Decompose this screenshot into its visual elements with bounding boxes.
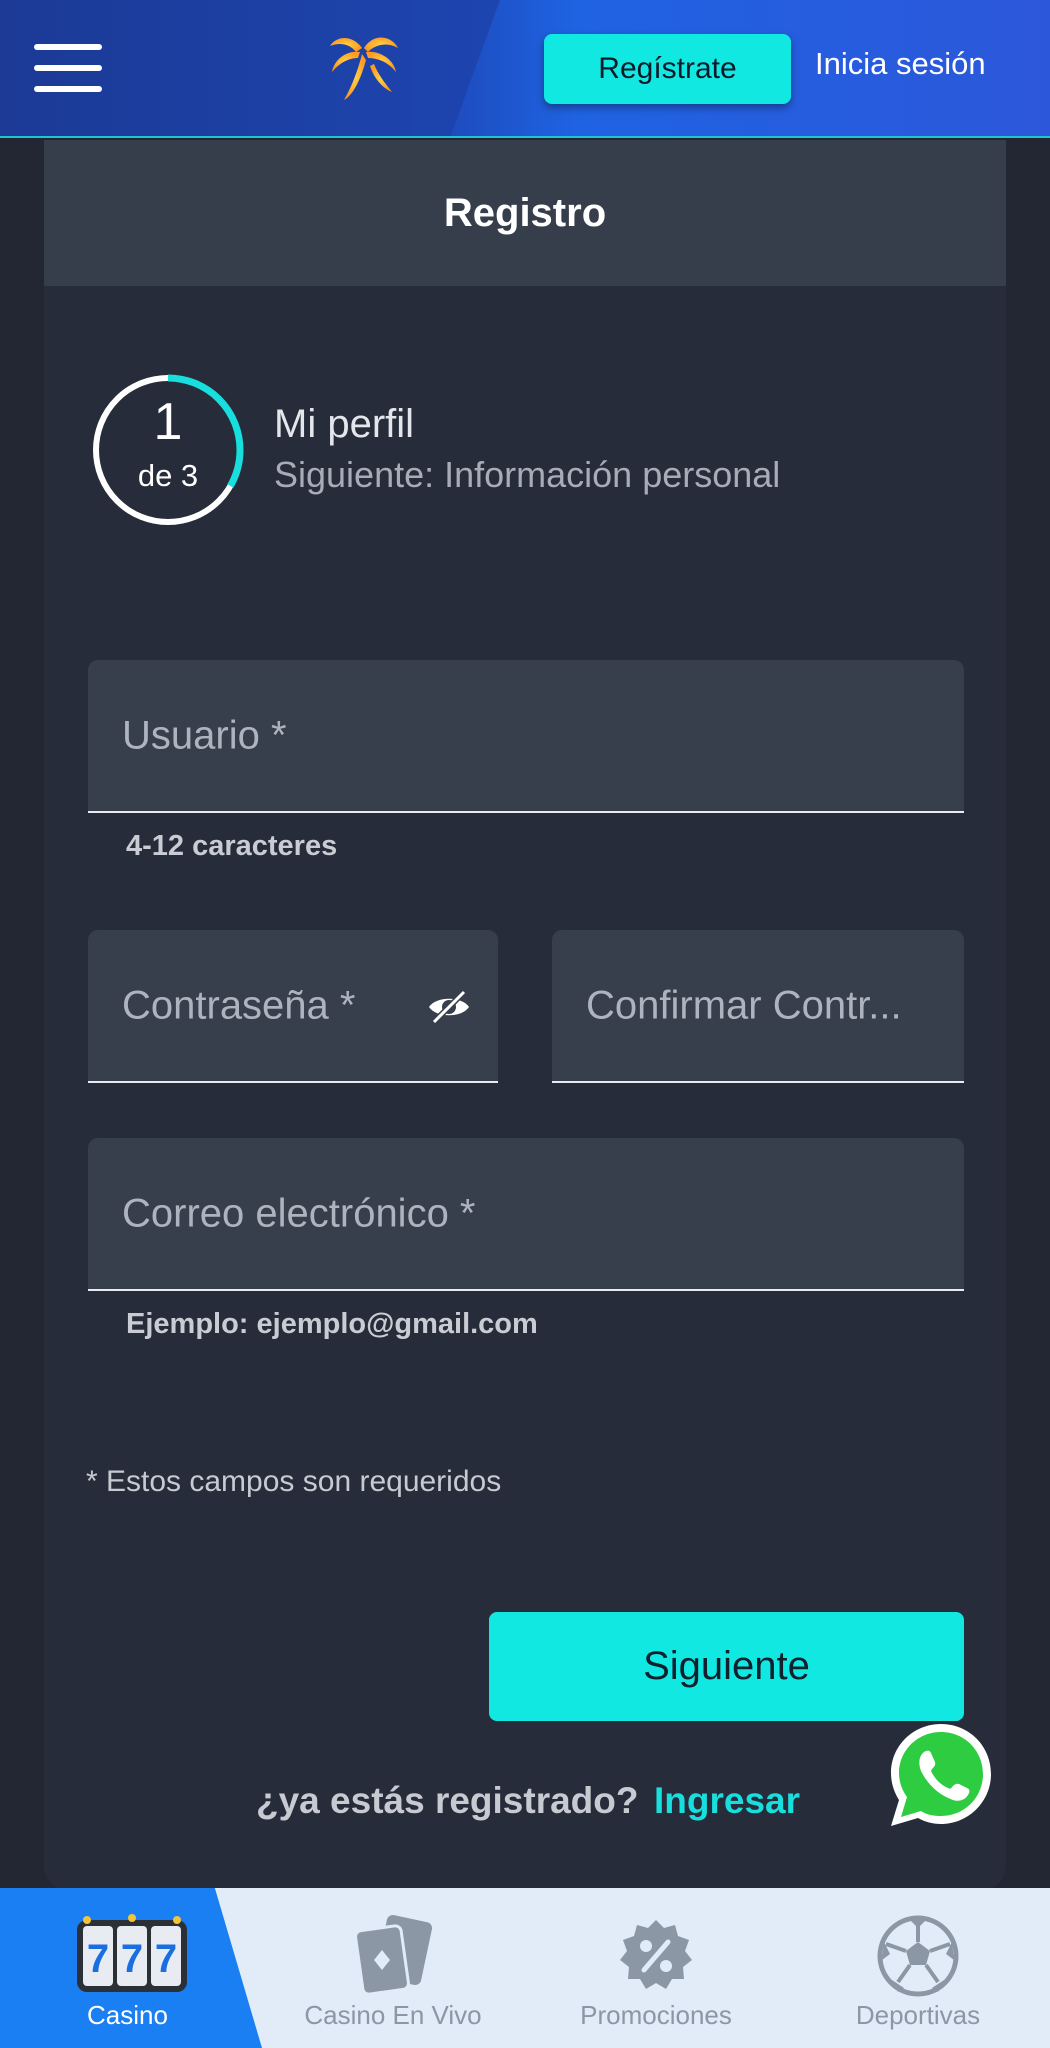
soccer-ball-icon [877, 1915, 959, 1997]
step-of-label: de 3 [137, 458, 199, 493]
svg-text:7: 7 [121, 1937, 143, 1981]
confirm-password-label: Confirmar Contr... [586, 983, 902, 1027]
email-field[interactable]: Correo electrónico * [88, 1138, 964, 1291]
card-header: Registro [44, 140, 1006, 286]
signin-link[interactable]: Ingresar [654, 1780, 800, 1822]
percent-badge-icon [620, 1920, 692, 1989]
email-hint: Ejemplo: ejemplo@gmail.com [126, 1308, 538, 1340]
registration-card: Registro 1 de 3 Mi perfil Siguiente: Inf… [44, 140, 1006, 1890]
nav-label-sports: Deportivas [855, 2000, 981, 2030]
nav-label-casino: Casino [87, 2000, 168, 2030]
bottom-nav: 7 7 7 Casino Casino En Vivo Promociones [0, 1888, 1050, 2048]
next-button[interactable]: Siguiente [489, 1612, 964, 1721]
step-title: Mi perfil [274, 402, 415, 446]
username-label: Usuario * [122, 713, 287, 757]
svg-text:7: 7 [155, 1937, 177, 1981]
slot-777-icon: 7 7 7 [77, 1914, 187, 1992]
register-button[interactable]: Regístrate [544, 34, 791, 104]
nav-label-promotions: Promociones [580, 2000, 732, 2030]
nav-item-promotions[interactable]: Promociones [525, 1888, 787, 2048]
whatsapp-icon[interactable] [884, 1718, 998, 1832]
svg-text:7: 7 [87, 1937, 109, 1981]
nav-item-sports[interactable]: Deportivas [787, 1888, 1049, 2048]
page-title: Registro [443, 190, 607, 235]
login-link[interactable]: Inicia sesión [815, 46, 986, 90]
password-label: Contraseña * [122, 983, 356, 1027]
nav-item-live-casino[interactable]: Casino En Vivo [262, 1888, 524, 2048]
required-fields-note: * Estos campos son requeridos [86, 1465, 502, 1498]
step-number: 1 [153, 393, 183, 451]
already-registered-text: ¿ya estás registrado? [256, 1780, 639, 1821]
top-header: Regístrate Inicia sesión [0, 0, 1050, 138]
username-hint: 4-12 caracteres [126, 830, 338, 862]
username-field[interactable]: Usuario * [88, 660, 964, 813]
palm-logo-icon[interactable] [322, 30, 404, 108]
nav-item-casino[interactable]: 7 7 7 Casino [0, 1888, 262, 2048]
eye-slash-icon[interactable] [426, 988, 472, 1026]
menu-icon[interactable] [34, 44, 102, 92]
nav-label-live-casino: Casino En Vivo [304, 2000, 482, 2030]
email-label: Correo electrónico * [122, 1191, 476, 1235]
cards-icon [354, 1915, 433, 1996]
step-next-label: Siguiente: Información personal [274, 454, 781, 495]
confirm-password-field[interactable]: Confirmar Contr... [552, 930, 964, 1083]
